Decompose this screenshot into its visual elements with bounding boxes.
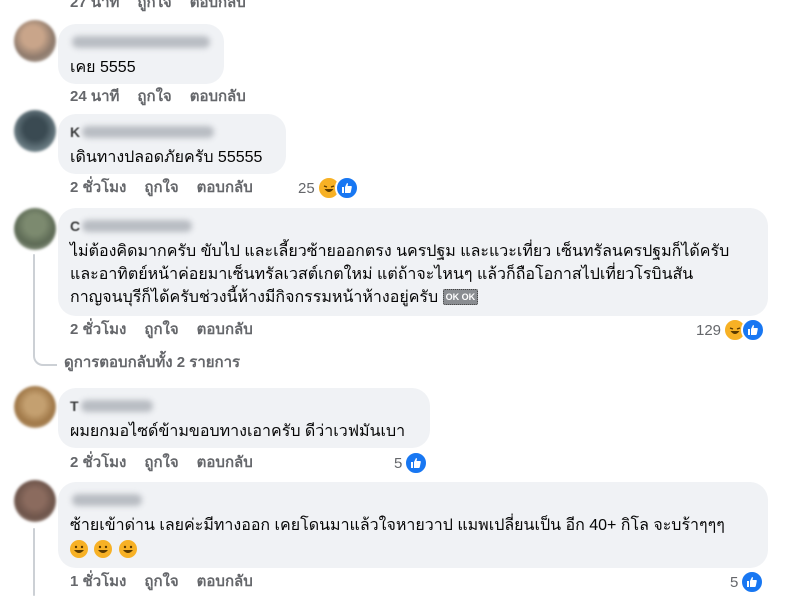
comment-text-line: และอาทิตย์หน้าค่อยมาเซ็นทรัลเวสต์เกตใหม่… — [70, 266, 694, 283]
comment-actions: 2 ชั่วโมง ถูกใจ ตอบกลับ — [70, 452, 253, 474]
commenter-name[interactable]: T — [70, 396, 418, 416]
comment-time[interactable]: 24 นาที — [70, 86, 119, 108]
comment-bubble: C ไม่ต้องคิดมากครับ ขับไป และเลี้ยวซ้ายอ… — [58, 208, 768, 316]
thread-connector — [33, 350, 57, 366]
reaction-summary[interactable]: 5 — [394, 451, 429, 475]
commenter-name[interactable] — [70, 32, 212, 52]
comment-text: เดินทางปลอดภัยครับ 55555 — [70, 149, 263, 166]
avatar[interactable] — [14, 208, 56, 250]
comment-text-line-content: กาญจนบุรีก็ได้ครับช่วงนี้ห้างมีกิจกรรมหน… — [70, 289, 439, 306]
reaction-summary[interactable]: 5 — [730, 570, 765, 594]
reaction-summary[interactable]: 25 — [298, 176, 359, 200]
comment-actions: 27 นาที ถูกใจ ตอบกลับ — [70, 0, 246, 14]
avatar[interactable] — [14, 386, 56, 428]
grinning-emoji-icon — [70, 540, 88, 558]
view-replies-link[interactable]: ดูการตอบกลับทั้ง 2 รายการ — [64, 352, 240, 374]
grinning-emoji-icon — [118, 540, 137, 558]
like-link[interactable]: ถูกใจ — [137, 0, 171, 14]
comment-time[interactable]: 27 นาที — [70, 0, 119, 14]
grinning-emoji-icon — [94, 540, 113, 558]
comment-time[interactable]: 2 ชั่วโมง — [70, 452, 126, 474]
comment-time[interactable]: 2 ชั่วโมง — [70, 319, 126, 341]
like-link[interactable]: ถูกใจ — [144, 452, 178, 474]
reaction-count: 5 — [394, 454, 403, 472]
comment-bubble: K เดินทางปลอดภัยครับ 55555 — [58, 114, 286, 174]
like-reaction-icon — [741, 318, 766, 342]
commenter-name[interactable]: C — [70, 216, 756, 236]
avatar[interactable] — [14, 110, 56, 152]
comment-text: ผมยกมอไซด์ข้ามขอบทางเอาครับ ดีว่าเวฟมันเ… — [70, 423, 406, 440]
comment-bubble: T ผมยกมอไซด์ข้ามขอบทางเอาครับ ดีว่าเวฟมั… — [58, 388, 430, 448]
comment-text-line: ซ้ายเข้าด่าน เลยค่ะมีทางออก เคยโดนมาแล้ว… — [70, 517, 725, 534]
reaction-count: 5 — [730, 573, 739, 591]
like-link[interactable]: ถูกใจ — [144, 571, 178, 593]
reaction-count: 25 — [298, 179, 315, 197]
like-link[interactable]: ถูกใจ — [144, 319, 178, 341]
comment-actions: 1 ชั่วโมง ถูกใจ ตอบกลับ — [70, 571, 253, 593]
comment-text-line: ไม่ต้องคิดมากครับ ขับไป และเลี้ยวซ้ายออก… — [70, 243, 730, 260]
comment-actions: 24 นาที ถูกใจ ตอบกลับ — [70, 86, 246, 108]
comment-bubble: เคย 5555 — [58, 24, 224, 84]
comment-text: ซ้ายเข้าด่าน เลยค่ะมีทางออก เคยโดนมาแล้ว… — [70, 514, 756, 562]
reaction-count: 129 — [696, 321, 722, 339]
reply-link[interactable]: ตอบกลับ — [197, 452, 253, 474]
like-reaction-icon — [404, 451, 429, 475]
comment-bubble: ซ้ายเข้าด่าน เลยค่ะมีทางออก เคยโดนมาแล้ว… — [58, 482, 768, 568]
comment-text: ไม่ต้องคิดมากครับ ขับไป และเลี้ยวซ้ายออก… — [70, 240, 756, 309]
commenter-name[interactable]: K — [70, 122, 274, 142]
like-link[interactable]: ถูกใจ — [144, 177, 178, 199]
reply-link[interactable]: ตอบกลับ — [197, 177, 253, 199]
commenter-name[interactable] — [70, 490, 756, 510]
thread-line — [33, 528, 35, 596]
avatar[interactable] — [14, 20, 56, 62]
avatar[interactable] — [14, 480, 56, 522]
comment-text-line: กาญจนบุรีก็ได้ครับช่วงนี้ห้างมีกิจกรรมหน… — [70, 286, 756, 309]
thread-line — [33, 254, 35, 352]
like-reaction-icon — [334, 176, 359, 200]
comment-time[interactable]: 2 ชั่วโมง — [70, 177, 126, 199]
reaction-summary[interactable]: 129 — [696, 318, 766, 342]
reply-link[interactable]: ตอบกลับ — [197, 319, 253, 341]
comment-time[interactable]: 1 ชั่วโมง — [70, 571, 126, 593]
reply-link[interactable]: ตอบกลับ — [190, 0, 246, 14]
comment-actions: 2 ชั่วโมง ถูกใจ ตอบกลับ — [70, 177, 253, 199]
reply-link[interactable]: ตอบกลับ — [190, 86, 246, 108]
comment-text: เคย 5555 — [70, 59, 136, 76]
like-reaction-icon — [740, 570, 765, 594]
comment-actions: 2 ชั่วโมง ถูกใจ ตอบกลับ — [70, 319, 253, 341]
ok-emoji-icon: OK OK — [442, 289, 479, 305]
reply-link[interactable]: ตอบกลับ — [197, 571, 253, 593]
emoji-row — [70, 539, 756, 562]
like-link[interactable]: ถูกใจ — [137, 86, 171, 108]
